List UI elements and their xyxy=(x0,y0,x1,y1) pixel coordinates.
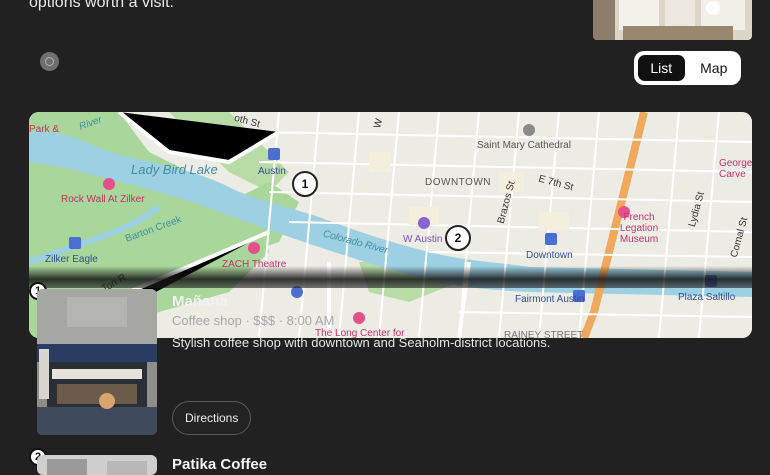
map-label: Lady Bird Lake xyxy=(131,162,218,177)
map-label: Plaza Saltillo xyxy=(678,292,736,303)
map-label: Park & xyxy=(29,124,60,135)
place-description: Stylish coffee shop with downtown and Se… xyxy=(172,335,551,350)
map-pin-2[interactable]: 2 xyxy=(445,225,471,251)
map-label: George Carve xyxy=(719,158,752,180)
map-label: Zilker Eagle xyxy=(45,254,98,265)
place-photo-top[interactable] xyxy=(593,0,752,40)
map-label: French Legation Museum xyxy=(619,212,659,245)
map-label: Downtown xyxy=(526,250,573,261)
place-photo[interactable] xyxy=(37,455,157,475)
intro-text: options worth a visit: xyxy=(29,0,174,11)
map-label: Rock Wall At Zilker xyxy=(61,194,145,205)
view-toggle[interactable]: List Map xyxy=(634,51,741,85)
map-label: Austin xyxy=(258,166,286,177)
map-view-button[interactable]: Map xyxy=(691,55,738,81)
map-label: W Austin xyxy=(403,234,443,245)
directions-button[interactable]: Directions xyxy=(172,401,252,435)
map-label: Fairmont Austin xyxy=(515,294,585,305)
map-label: DOWNTOWN xyxy=(425,177,492,188)
map-pin-1[interactable]: 1 xyxy=(292,171,318,197)
place-meta: Coffee shop · $$$ · 8:00 AM xyxy=(172,313,335,328)
map-label: Saint Mary Cathedral xyxy=(477,140,571,151)
list-view-button[interactable]: List xyxy=(638,55,685,81)
place-photo[interactable] xyxy=(37,289,157,435)
map-label: ZACH Theatre xyxy=(222,259,287,270)
info-icon[interactable] xyxy=(40,52,59,71)
place-name[interactable]: Mañana xyxy=(172,293,228,310)
